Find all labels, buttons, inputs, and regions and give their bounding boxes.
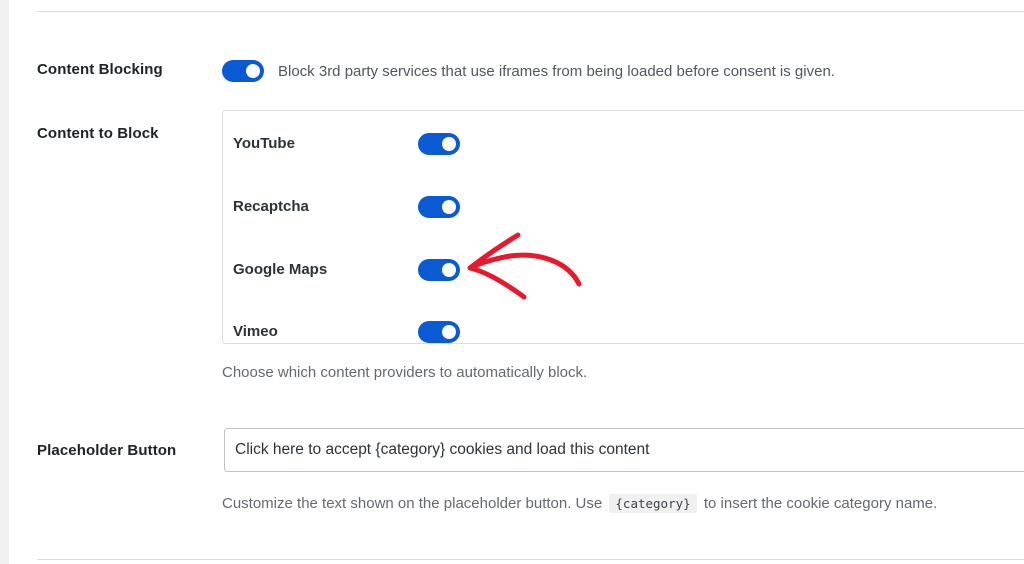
provider-label-youtube: YouTube — [233, 135, 295, 152]
providers-list[interactable]: YouTube Recaptcha Google Maps Vimeo — [222, 110, 1024, 344]
youtube-toggle[interactable] — [418, 133, 460, 155]
provider-label-vimeo: Vimeo — [233, 323, 278, 340]
placeholder-button-help: Customize the text shown on the placehol… — [222, 494, 937, 513]
bottom-divider — [37, 559, 1024, 560]
placeholder-button-label: Placeholder Button — [37, 442, 177, 459]
vimeo-toggle[interactable] — [418, 321, 460, 343]
content-to-block-label: Content to Block — [37, 125, 159, 142]
content-blocking-toggle[interactable] — [222, 60, 264, 82]
category-code-chip: {category} — [609, 494, 697, 513]
settings-panel: Content Blocking Block 3rd party service… — [9, 0, 1024, 564]
top-divider — [37, 11, 1024, 12]
content-blocking-description: Block 3rd party services that use iframe… — [278, 63, 835, 80]
placeholder-help-before: Customize the text shown on the placehol… — [222, 495, 603, 512]
placeholder-button-input[interactable] — [224, 428, 1024, 472]
provider-label-recaptcha: Recaptcha — [233, 198, 309, 215]
content-blocking-label: Content Blocking — [37, 61, 163, 78]
google-maps-toggle[interactable] — [418, 259, 460, 281]
placeholder-help-after: to insert the cookie category name. — [703, 495, 938, 512]
recaptcha-toggle[interactable] — [418, 196, 460, 218]
content-to-block-help: Choose which content providers to automa… — [222, 364, 588, 381]
provider-label-google-maps: Google Maps — [233, 261, 328, 278]
